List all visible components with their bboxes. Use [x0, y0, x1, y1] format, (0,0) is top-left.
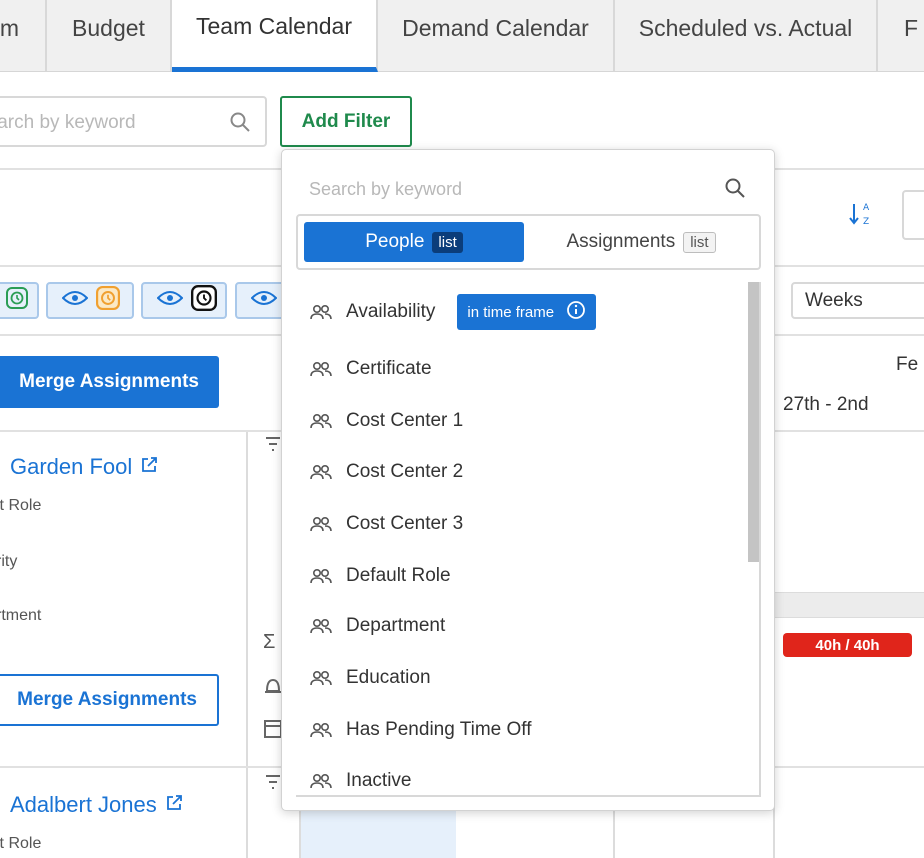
people-icon [310, 304, 332, 320]
filter-dropdown: Search by keyword People list Assignment… [281, 149, 775, 811]
external-link-icon[interactable] [140, 454, 158, 480]
tab-bar: m Budget Team Calendar Demand Calendar S… [0, 0, 924, 72]
calendar-icon [263, 717, 283, 745]
hours-badge: 40h / 40h [783, 633, 912, 657]
people-icon [310, 361, 332, 377]
period-select[interactable]: Weeks [791, 282, 924, 319]
tab-partial-right[interactable]: F [878, 0, 924, 71]
people-icon [310, 722, 332, 738]
list-badge: list [683, 231, 716, 253]
sigma-icon: Σ [263, 631, 276, 653]
filter-option-certificate[interactable]: Certificate [310, 354, 432, 384]
people-icon [310, 773, 332, 789]
toggle-people[interactable]: People list [304, 222, 524, 262]
search-input[interactable]: Search by keyword [0, 96, 267, 147]
filter-lines-icon [263, 434, 283, 462]
eye-icon [61, 290, 89, 311]
person-seniority: rity [0, 553, 18, 570]
add-filter-button[interactable]: Add Filter [280, 96, 412, 147]
visibility-toggle-black[interactable] [141, 282, 227, 319]
search-placeholder: Search by keyword [0, 112, 136, 133]
month-header: Fe [896, 354, 919, 375]
people-icon [310, 464, 332, 480]
filter-option-department[interactable]: Department [310, 611, 445, 641]
people-icon [310, 670, 332, 686]
bell-icon [263, 675, 283, 703]
search-icon [724, 177, 746, 204]
sort-az-icon[interactable]: AZ [849, 200, 875, 233]
info-icon[interactable] [566, 300, 586, 324]
tab-team-calendar[interactable]: Team Calendar [172, 0, 378, 72]
tab-demand-calendar[interactable]: Demand Calendar [378, 0, 615, 71]
time-frame-badge: in time frame [457, 294, 597, 330]
week-header: 27th - 2nd [783, 394, 869, 415]
people-icon [310, 568, 332, 584]
svg-text:Z: Z [863, 217, 869, 227]
people-icon [310, 618, 332, 634]
svg-text:A: A [863, 203, 870, 213]
scrollbar[interactable] [748, 282, 759, 562]
tab-scheduled-vs-actual[interactable]: Scheduled vs. Actual [615, 0, 878, 71]
filter-option-inactive[interactable]: Inactive [310, 766, 411, 795]
visibility-toggle-green[interactable] [0, 282, 39, 319]
filter-option-cost-center-1[interactable]: Cost Center 1 [310, 406, 463, 436]
clock-icon [96, 286, 120, 315]
filter-option-cost-center-2[interactable]: Cost Center 2 [310, 457, 463, 487]
toggle-assignments[interactable]: Assignments list [528, 222, 754, 262]
filter-lines-icon [263, 772, 283, 800]
filter-search-input[interactable]: Search by keyword [309, 179, 462, 200]
eye-icon [156, 290, 184, 311]
filter-option-availability[interactable]: Availability in time frame [310, 294, 597, 330]
tab-budget[interactable]: Budget [47, 0, 172, 71]
view-options-button[interactable] [902, 190, 924, 240]
filter-option-has-pending-time-off[interactable]: Has Pending Time Off [310, 715, 532, 745]
clock-icon [6, 287, 28, 314]
merge-assignments-button-secondary[interactable]: Merge Assignments [0, 674, 219, 726]
merge-assignments-button[interactable]: Merge Assignments [0, 356, 219, 408]
filter-option-education[interactable]: Education [310, 663, 431, 693]
column-divider [246, 430, 248, 858]
person-default-role: lt Role [0, 497, 42, 514]
people-icon [310, 516, 332, 532]
filter-option-cost-center-3[interactable]: Cost Center 3 [310, 509, 463, 539]
external-link-icon[interactable] [165, 792, 183, 818]
person-name-link[interactable]: Garden Fool [10, 454, 158, 480]
list-badge: list [432, 231, 463, 253]
tab-partial-left[interactable]: m [0, 0, 47, 71]
filter-options-list: Availability in time frame Certificate C… [296, 282, 761, 797]
eye-icon [250, 290, 278, 311]
filter-type-toggle: People list Assignments list [296, 214, 761, 270]
person-department: rtment [0, 607, 42, 624]
person-default-role: lt Role [0, 835, 42, 852]
summary-strip [775, 592, 924, 618]
clock-icon [191, 285, 217, 316]
visibility-toggle-orange[interactable] [46, 282, 134, 319]
people-icon [310, 413, 332, 429]
filter-option-default-role[interactable]: Default Role [310, 561, 451, 591]
person-name-link[interactable]: Adalbert Jones [10, 792, 183, 818]
search-icon [229, 111, 251, 138]
